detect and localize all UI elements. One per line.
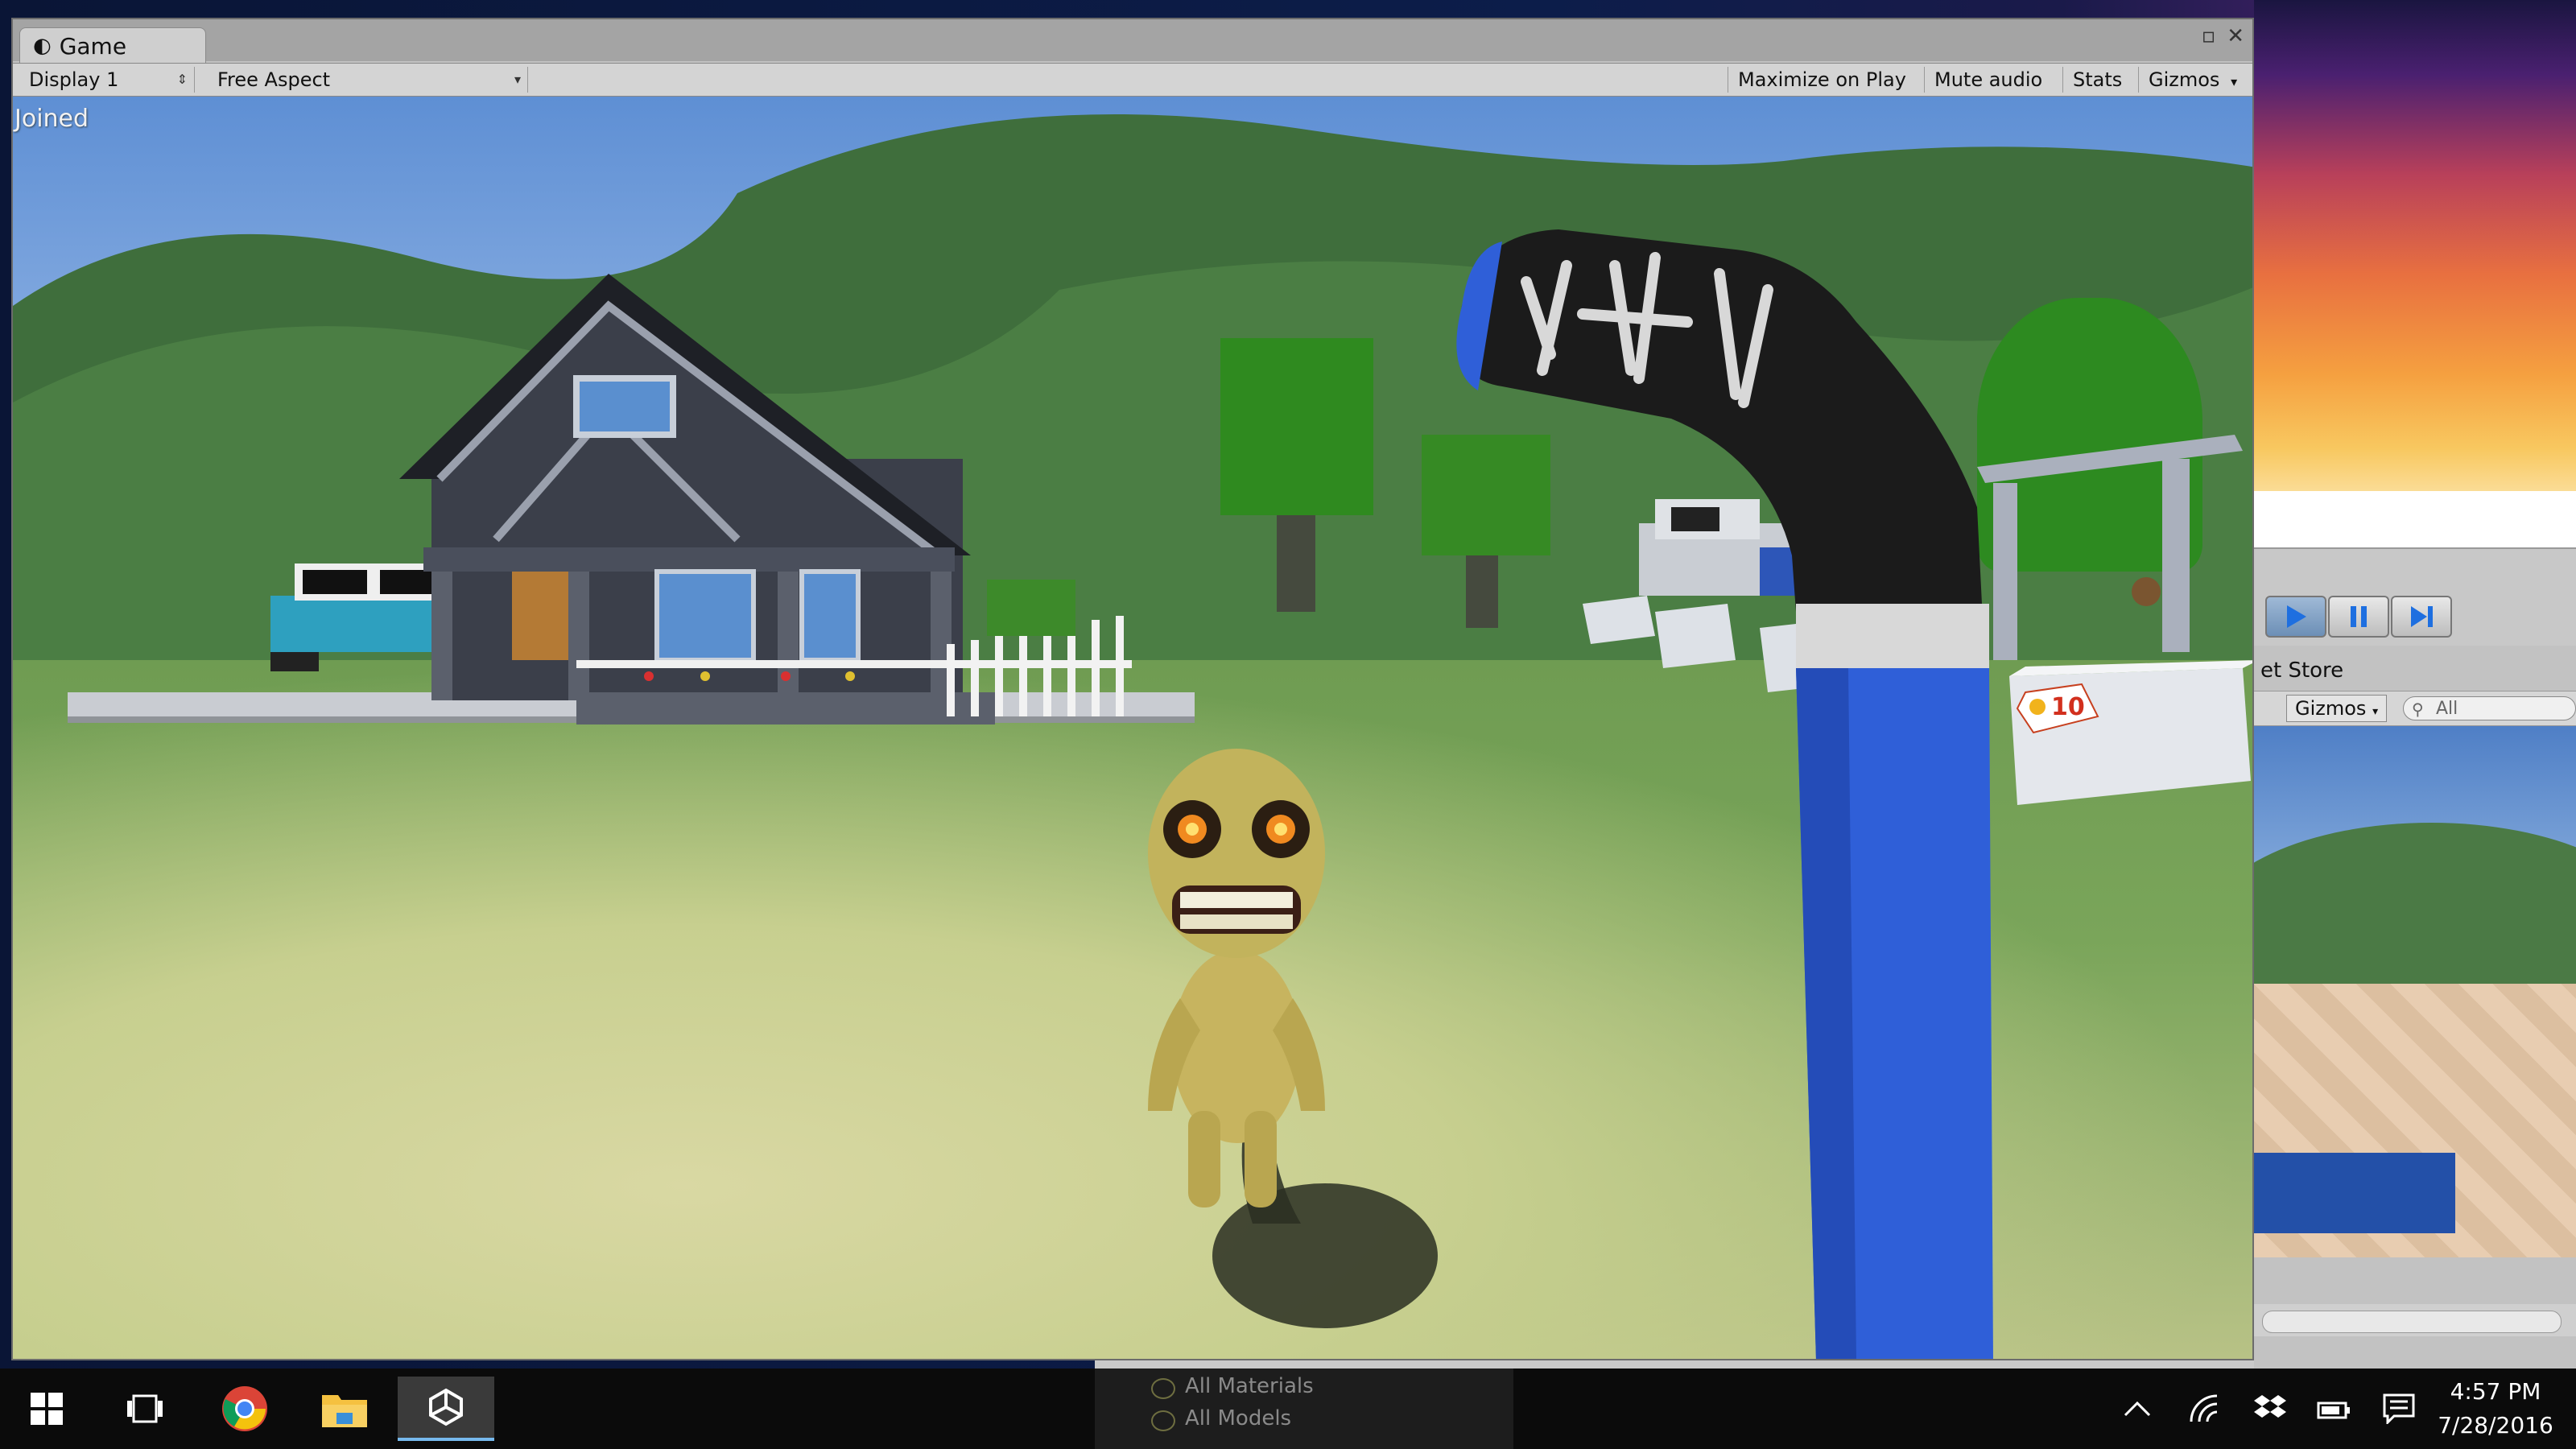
- unity-icon: [429, 1388, 463, 1426]
- play-button[interactable]: [2265, 596, 2326, 638]
- tree-canopy: [1220, 338, 1373, 515]
- scene-search-placeholder: All: [2436, 699, 2458, 719]
- dropbox-tray-button[interactable]: [2250, 1389, 2290, 1428]
- maximize-on-play-label: Maximize on Play: [1738, 68, 1906, 91]
- maximize-icon[interactable]: ▫: [2202, 24, 2216, 48]
- asset-store-tab[interactable]: et Store: [2254, 652, 2576, 689]
- scene-horizontal-scrollbar[interactable]: [2254, 1304, 2576, 1336]
- chrome-taskbar-button[interactable]: [213, 1377, 277, 1441]
- price-tag-value: 10: [2051, 693, 2085, 721]
- game-window-title-strip: [13, 19, 2252, 61]
- file-explorer-taskbar-button[interactable]: [312, 1377, 377, 1441]
- scene-view[interactable]: [2254, 726, 2576, 1257]
- game-viewport[interactable]: 10 Joined: [13, 97, 2252, 1359]
- dropdown-arrow-icon: ▾: [2372, 705, 2379, 718]
- file-explorer-icon: [322, 1395, 367, 1427]
- game-tab-icon: ◐: [33, 34, 52, 58]
- clock-time: 4:57 PM: [2450, 1378, 2541, 1405]
- step-button[interactable]: [2391, 596, 2452, 638]
- scene-gizmos-label: Gizmos: [2295, 697, 2367, 720]
- stats-toggle[interactable]: Stats: [2062, 67, 2132, 93]
- game-tab[interactable]: ◐ Game: [19, 27, 206, 64]
- windows-start-button[interactable]: [14, 1377, 79, 1441]
- house: [68, 274, 1195, 724]
- task-view-button[interactable]: [113, 1377, 177, 1441]
- play-icon: [2287, 605, 2306, 628]
- clock-date: 7/28/2016: [2438, 1412, 2553, 1439]
- game-tab-label: Game: [59, 32, 127, 60]
- hockey-stick: [1456, 229, 1993, 1359]
- unity-editor-right-panel: et Store Gizmos ▾ ⚲ All: [2254, 491, 2576, 1368]
- coconut: [2132, 577, 2161, 606]
- chevron-up-icon: [2124, 1401, 2151, 1417]
- search-icon: ⚲: [2412, 700, 2424, 719]
- scrollbar-thumb[interactable]: [2262, 1311, 2562, 1333]
- scene-blue-object: [2254, 1153, 2455, 1233]
- zombie-character: [1148, 749, 1438, 1328]
- task-view-icon: [127, 1394, 163, 1423]
- chrome-icon: [222, 1386, 267, 1431]
- gizmos-dropdown[interactable]: Gizmos ▾: [2138, 67, 2247, 93]
- gizmos-label: Gizmos: [2149, 68, 2220, 91]
- dropbox-icon: [2254, 1395, 2286, 1418]
- taskbar-clock[interactable]: 4:57 PM 7/28/2016: [2423, 1375, 2568, 1443]
- wifi-icon: [2190, 1394, 2218, 1422]
- mute-audio-toggle[interactable]: Mute audio: [1924, 67, 2052, 93]
- project-panel-edge: [1095, 1360, 2254, 1368]
- hedge: [987, 580, 1075, 636]
- game-window: ◐ Game ▫ ✕ Display 1 ⇕ Free Aspect ▾ Maxi…: [11, 18, 2254, 1360]
- dropdown-arrow-icon: ▾: [2231, 74, 2238, 89]
- maximize-on-play-toggle[interactable]: Maximize on Play: [1728, 67, 1916, 93]
- scene-search-input[interactable]: ⚲ All: [2403, 696, 2576, 720]
- aspect-dropdown[interactable]: Free Aspect ▾: [206, 67, 528, 93]
- windows-taskbar: All Materials All Models 4:57 PM 7/28/20…: [0, 1368, 2576, 1449]
- dropdown-arrow-icon: ⇕: [176, 72, 188, 87]
- scene-gizmos-dropdown[interactable]: Gizmos ▾: [2286, 695, 2388, 722]
- scene-toolbar: Gizmos ▾ ⚲ All: [2254, 691, 2576, 726]
- action-center-icon: [2383, 1393, 2415, 1424]
- mute-audio-label: Mute audio: [1934, 68, 2043, 91]
- power-tray-button[interactable]: [2314, 1389, 2355, 1428]
- step-icon: [2411, 606, 2433, 627]
- aspect-dropdown-value: Free Aspect: [217, 68, 331, 91]
- unity-taskbar-button[interactable]: [398, 1377, 494, 1441]
- pause-icon: [2351, 606, 2367, 627]
- character-shadow: [1212, 1183, 1438, 1328]
- stats-label: Stats: [2073, 68, 2123, 91]
- pause-button[interactable]: [2328, 596, 2389, 638]
- show-hidden-icons-button[interactable]: [2117, 1389, 2157, 1428]
- dropdown-arrow-icon: ▾: [514, 72, 521, 87]
- network-tray-button[interactable]: [2186, 1389, 2226, 1428]
- window-controls: ▫ ✕: [2190, 24, 2244, 48]
- display-dropdown-value: Display 1: [29, 68, 119, 91]
- project-list-item[interactable]: All Materials: [1143, 1370, 1314, 1402]
- asset-store-tab-label: et Store: [2260, 658, 2344, 683]
- status-joined-text: Joined: [14, 105, 89, 133]
- battery-icon: [2317, 1402, 2350, 1419]
- inspector-area: [2254, 491, 2576, 549]
- action-center-button[interactable]: [2379, 1389, 2419, 1428]
- project-list-item[interactable]: All Models: [1143, 1402, 1314, 1435]
- game-toolbar: Display 1 ⇕ Free Aspect ▾ Maximize on Pl…: [13, 63, 2252, 97]
- project-list: All Materials All Models: [1143, 1370, 1314, 1435]
- desktop-wallpaper-sunset: [2254, 0, 2576, 499]
- tree-trunk: [1277, 515, 1315, 612]
- close-icon[interactable]: ✕: [2227, 24, 2244, 48]
- windows-start-icon: [31, 1393, 63, 1425]
- display-dropdown[interactable]: Display 1 ⇕: [18, 67, 195, 93]
